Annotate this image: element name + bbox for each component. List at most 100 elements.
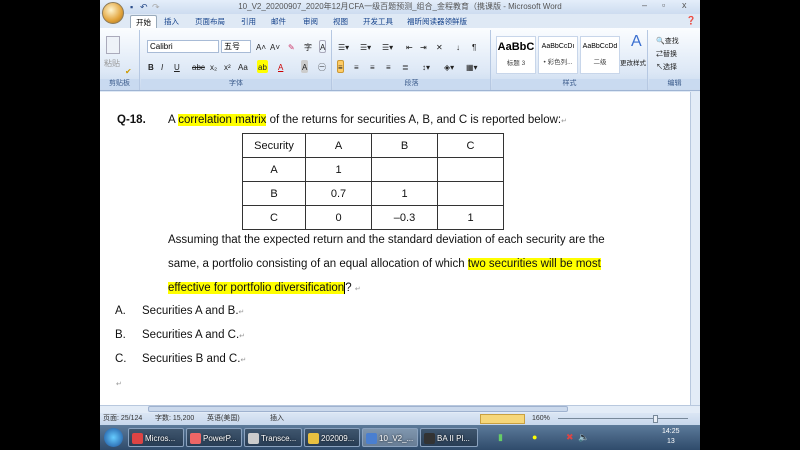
- tab-view[interactable]: 视图: [328, 15, 353, 28]
- subscript-button[interactable]: x₂: [209, 60, 218, 73]
- sort-icon[interactable]: ↓: [455, 40, 461, 53]
- asian-layout-icon[interactable]: ✕: [435, 40, 444, 53]
- paste-icon[interactable]: [106, 36, 120, 54]
- taskbar-item[interactable]: 202009...: [304, 428, 360, 447]
- zoom-slider[interactable]: [558, 418, 688, 419]
- paste-button[interactable]: 粘贴: [103, 56, 121, 69]
- zoom-slider-thumb[interactable]: [653, 415, 658, 423]
- option-c: C. Securities B and C.↵: [115, 353, 247, 365]
- italic-button[interactable]: I: [160, 60, 164, 73]
- line-spacing-icon[interactable]: ↕▾: [421, 60, 431, 73]
- distribute-icon[interactable]: ≣: [401, 60, 410, 73]
- replace-button[interactable]: ⇄替换: [655, 47, 678, 60]
- taskbar-item[interactable]: BA II Pl...: [420, 428, 478, 447]
- clock-time[interactable]: 14:25: [662, 428, 680, 435]
- title-bar: 10_V2_20200907_2020年12月CFA一级百题预测_组合_金程教育…: [100, 0, 700, 14]
- tab-developer[interactable]: 开发工具: [358, 15, 398, 28]
- highlighted-text: correlation matrix: [178, 114, 267, 126]
- start-button[interactable]: [104, 428, 123, 447]
- zoom-level[interactable]: 160%: [532, 413, 550, 425]
- multilevel-list-icon[interactable]: ☰▾: [381, 40, 394, 53]
- highlight-icon[interactable]: ab: [257, 60, 268, 73]
- shading-icon[interactable]: ◈▾: [443, 60, 455, 73]
- char-border-icon[interactable]: A: [319, 40, 327, 53]
- enclose-char-button[interactable]: ㊀: [317, 60, 327, 73]
- taskbar-item[interactable]: Micros...: [128, 428, 184, 447]
- maximize-button[interactable]: ▫: [662, 0, 665, 10]
- taskbar-item[interactable]: PowerP...: [186, 428, 242, 447]
- increase-indent-icon[interactable]: ⇥: [419, 40, 428, 53]
- style-level2[interactable]: AaBbCcDd 二级: [580, 36, 620, 74]
- page-count[interactable]: 页面: 25/124: [103, 413, 142, 425]
- underline-button[interactable]: U: [173, 60, 181, 73]
- option-b: B. Securities A and C.↵: [115, 329, 246, 341]
- close-button[interactable]: x: [682, 0, 687, 10]
- font-size-select[interactable]: 五号: [221, 40, 251, 53]
- decrease-indent-icon[interactable]: ⇤: [405, 40, 414, 53]
- shrink-font-button[interactable]: A˅: [269, 40, 281, 53]
- tab-foxit[interactable]: 福昕阅读器领鲜版: [402, 15, 472, 28]
- phonetic-icon[interactable]: 字: [303, 40, 313, 53]
- undo-icon[interactable]: ↶: [140, 2, 148, 13]
- tab-page-layout[interactable]: 页面布局: [190, 15, 230, 28]
- change-styles-icon[interactable]: A: [630, 34, 643, 54]
- tab-insert[interactable]: 插入: [159, 15, 184, 28]
- bullets-icon[interactable]: ☰▾: [337, 40, 350, 53]
- format-painter-icon[interactable]: ✔: [124, 64, 133, 77]
- tab-review[interactable]: 审阅: [298, 15, 323, 28]
- clear-format-icon[interactable]: ✎: [287, 40, 296, 53]
- clock-date[interactable]: 13: [667, 438, 675, 445]
- ribbon-tabs: 开始 插入 页面布局 引用 邮件 审阅 视图 开发工具 福昕阅读器领鲜版 ❓: [100, 14, 700, 28]
- align-left-icon[interactable]: ≡: [337, 60, 344, 73]
- question-intro: A correlation matrix of the returns for …: [168, 114, 567, 126]
- bold-button[interactable]: B: [147, 60, 155, 73]
- word-count[interactable]: 字数: 15,200: [155, 413, 194, 425]
- horizontal-scroll-thumb[interactable]: [148, 406, 568, 412]
- language[interactable]: 英语(美国): [207, 413, 240, 425]
- table-cell: C: [437, 133, 504, 158]
- tab-home[interactable]: 开始: [130, 15, 157, 28]
- view-buttons[interactable]: [480, 414, 525, 424]
- taskbar-item[interactable]: Transce...: [244, 428, 302, 447]
- change-styles-button[interactable]: 更改样式: [618, 56, 648, 69]
- font-color-button[interactable]: A: [277, 60, 284, 73]
- select-button[interactable]: ↖选择: [655, 60, 678, 73]
- redo-icon[interactable]: ↷: [152, 2, 160, 13]
- superscript-button[interactable]: x²: [223, 60, 232, 73]
- taskbar-item[interactable]: 10_V2_...: [362, 428, 418, 447]
- tray-icon[interactable]: ●: [532, 432, 537, 442]
- find-button[interactable]: 🔍查找: [655, 34, 680, 47]
- char-shading-button[interactable]: A: [301, 60, 309, 73]
- font-group: Calibri 五号 A˄ A˅ ✎ 字 A B I U abc x₂ x² A…: [141, 30, 332, 90]
- document-page[interactable]: Q-18. A correlation matrix of the return…: [100, 92, 690, 405]
- show-marks-icon[interactable]: ¶: [471, 40, 477, 53]
- numbering-icon[interactable]: ☰▾: [359, 40, 372, 53]
- tab-references[interactable]: 引用: [236, 15, 261, 28]
- help-icon[interactable]: ❓: [686, 16, 696, 25]
- style-color-list[interactable]: AaBbCcDı • 彩色列...: [538, 36, 578, 74]
- correlation-table: Security A B C A 1 B 0.7 1 C 0 –0.3 1: [242, 133, 504, 230]
- style-heading3[interactable]: AaBbC 标题 3: [496, 36, 536, 74]
- font-label: 字体: [141, 79, 331, 89]
- tab-mailings[interactable]: 邮件: [266, 15, 291, 28]
- strikethrough-button[interactable]: abc: [191, 60, 206, 73]
- minimize-button[interactable]: –: [642, 0, 647, 10]
- paragraph-line-3: effective for portfolio diversification?…: [168, 282, 361, 294]
- align-center-icon[interactable]: ≡: [353, 60, 360, 73]
- insert-mode[interactable]: 插入: [270, 413, 284, 425]
- table-cell: –0.3: [371, 205, 438, 230]
- borders-icon[interactable]: ▦▾: [465, 60, 479, 73]
- tray-icon[interactable]: ▮: [498, 432, 503, 443]
- change-case-button[interactable]: Aa: [237, 60, 249, 73]
- volume-icon[interactable]: 🔈: [578, 432, 589, 443]
- grow-font-button[interactable]: A˄: [255, 40, 267, 53]
- question-number: Q-18.: [117, 114, 146, 126]
- tray-icon[interactable]: ✖: [566, 432, 574, 443]
- table-cell: 1: [437, 205, 504, 230]
- save-icon[interactable]: ▪: [130, 2, 133, 12]
- align-right-icon[interactable]: ≡: [369, 60, 376, 73]
- vertical-scrollbar[interactable]: [690, 92, 700, 405]
- taskbar: Micros... PowerP... Transce... 202009...…: [100, 425, 700, 450]
- font-name-select[interactable]: Calibri: [147, 40, 219, 53]
- justify-icon[interactable]: ≡: [385, 60, 392, 73]
